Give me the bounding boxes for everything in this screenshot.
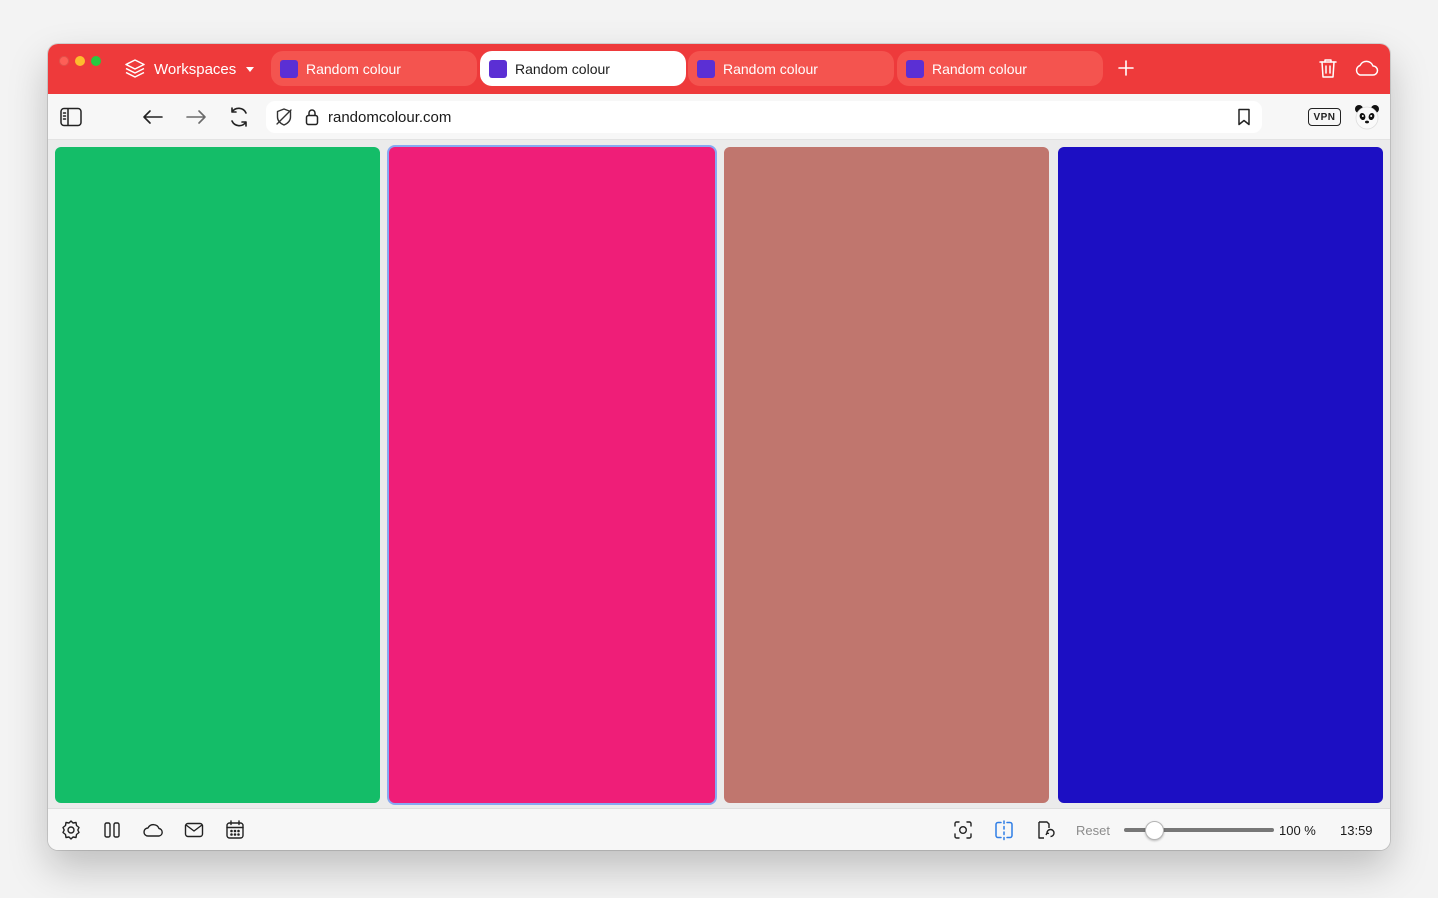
url-field[interactable]: randomcolour.com [266,101,1262,133]
tab-3[interactable]: Random colour [688,51,894,86]
reload-icon[interactable] [227,105,251,129]
trash-icon[interactable] [1318,57,1338,79]
tiled-content-area [48,140,1390,808]
tab-4[interactable]: Random colour [897,51,1103,86]
favicon-icon [906,59,924,78]
lock-icon [305,109,319,126]
address-bar: randomcolour.com VPN [48,94,1390,140]
sidebar-toggle-icon[interactable] [59,105,83,129]
tile-pane-3[interactable] [724,147,1049,803]
zoom-reset-button[interactable]: Reset [1076,823,1110,838]
panels-icon[interactable] [102,819,124,841]
screenshot-capture-icon[interactable] [952,819,974,841]
status-bar: Reset 100 % 13:59 [48,808,1390,850]
tab-label: Random colour [932,60,1027,77]
tab-1[interactable]: Random colour [271,51,477,86]
minimize-window-button[interactable] [75,56,85,66]
chevron-down-icon [246,67,255,72]
tab-label: Random colour [515,60,610,77]
new-tab-plus-icon[interactable] [1116,58,1136,78]
tab-bar: Workspaces Random colour Random colour R… [48,44,1390,94]
tab-2-active[interactable]: Random colour [480,51,686,86]
close-window-button[interactable] [59,56,69,66]
back-arrow-icon[interactable] [141,105,165,129]
favicon-icon [697,59,715,78]
favicon-icon [280,59,298,78]
tab-label: Random colour [306,60,401,77]
bookmark-icon[interactable] [1237,108,1251,126]
panda-profile-icon[interactable] [1353,103,1381,131]
favicon-icon [489,59,507,78]
browser-window: Workspaces Random colour Random colour R… [48,44,1390,850]
forward-arrow-icon[interactable] [184,105,208,129]
tab-label: Random colour [723,60,818,77]
url-text: randomcolour.com [328,109,452,126]
tracker-blocker-shield-icon[interactable] [274,107,294,127]
calendar-icon[interactable] [224,819,246,841]
window-controls [59,56,101,66]
settings-gear-icon[interactable] [60,819,82,841]
tile-pane-4[interactable] [1058,147,1383,803]
clock: 13:59 [1340,823,1373,838]
tile-pane-2-active[interactable] [389,147,715,803]
mail-icon[interactable] [183,819,205,841]
zoom-window-button[interactable] [91,56,101,66]
tile-pane-1[interactable] [55,147,380,803]
cloud-sync-icon[interactable] [1353,57,1379,79]
cloud-icon[interactable] [142,819,164,841]
zoom-slider-knob[interactable] [1145,821,1164,840]
zoom-level: 100 % [1279,823,1316,838]
tile-split-icon[interactable] [993,819,1015,841]
workspaces-button[interactable]: Workspaces [124,57,256,81]
zoom-slider[interactable] [1124,820,1274,840]
layers-icon [125,59,145,78]
page-actions-icon[interactable] [1034,819,1056,841]
workspaces-label: Workspaces [154,60,237,78]
vpn-button[interactable]: VPN [1308,108,1341,126]
